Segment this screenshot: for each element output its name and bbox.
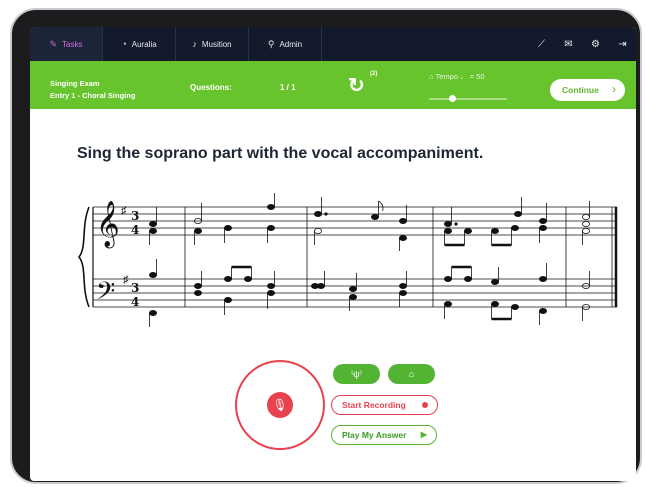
record-dot-icon: [422, 402, 428, 408]
retry-count: (2): [370, 71, 378, 77]
svg-text:𝄢: 𝄢: [96, 277, 115, 312]
exam-title: Singing Exam: [50, 79, 100, 88]
edit-icon: ✎: [49, 38, 58, 49]
exam-header-bar: Singing Exam Entry 1 - Choral Singing Qu…: [30, 61, 636, 109]
tempo-slider-handle[interactable]: [448, 95, 456, 102]
music-score: 𝄞 𝄢 ♯ ♯ 3 4 3 4: [77, 193, 618, 327]
play-icon: ▶: [420, 430, 427, 439]
retry-icon[interactable]: ↻: [348, 73, 365, 98]
microphone-icon[interactable]: 🎙: [267, 392, 293, 418]
logout-icon[interactable]: ⇥: [609, 39, 636, 50]
continue-label: Continue: [562, 85, 599, 95]
svg-text:3: 3: [131, 209, 139, 223]
svg-text:3: 3: [131, 281, 139, 295]
metronome-icon: ⌂: [429, 72, 434, 81]
metronome-button[interactable]: ⌂: [388, 364, 435, 384]
svg-text:4: 4: [131, 223, 139, 237]
questions-value: 1 / 1: [280, 83, 296, 92]
svg-text:4: 4: [131, 295, 139, 309]
tablet-frame: ✎ Tasks ◔ Auralia ♪ Musition ⚲ Admin ⟋ ✉…: [10, 8, 642, 484]
instruction-text: Sing the soprano part with the vocal acc…: [77, 145, 484, 162]
play-answer-button[interactable]: Play My Answer ▶: [331, 425, 437, 445]
tempo-slider-track[interactable]: [429, 98, 507, 100]
tab-label: Tasks: [62, 39, 83, 49]
tempo-label: Tempo: [435, 72, 458, 81]
auralia-icon: ◔: [121, 39, 127, 49]
nav-right-icons: ⟋ ✉ ⚙ ⇥: [528, 27, 636, 61]
start-recording-label: Start Recording: [342, 400, 406, 410]
note-icon: ♩: [460, 72, 468, 81]
tab-admin[interactable]: ⚲ Admin: [249, 27, 322, 61]
svg-text:♯: ♯: [123, 274, 129, 286]
top-nav: ✎ Tasks ◔ Auralia ♪ Musition ⚲ Admin ⟋ ✉…: [30, 27, 636, 61]
metronome-icon: ⌂: [408, 369, 415, 379]
chart-icon[interactable]: ⟋: [528, 39, 555, 50]
app-screen: ✎ Tasks ◔ Auralia ♪ Musition ⚲ Admin ⟋ ✉…: [30, 27, 636, 481]
continue-button[interactable]: Continue ›: [550, 79, 625, 101]
exam-info: Singing Exam Entry 1 - Choral Singing: [50, 78, 135, 102]
tab-label: Musition: [201, 39, 232, 49]
tempo-display: ⌂ Tempo ♩ = 50: [429, 72, 485, 81]
tuning-fork-icon: ⁽ψ⁾: [351, 368, 362, 379]
record-ring[interactable]: 🎙: [235, 360, 325, 450]
tab-musition[interactable]: ♪ Musition: [176, 27, 249, 61]
tempo-value: = 50: [469, 72, 485, 81]
tuning-fork-button[interactable]: ⁽ψ⁾: [333, 364, 380, 384]
tab-tasks[interactable]: ✎ Tasks: [30, 27, 103, 61]
exam-subtitle: Entry 1 - Choral Singing: [50, 91, 136, 100]
mail-icon[interactable]: ✉: [555, 39, 582, 50]
gear-icon[interactable]: ⚙: [582, 39, 609, 50]
play-answer-label: Play My Answer: [342, 430, 407, 440]
start-recording-button[interactable]: Start Recording: [331, 395, 438, 415]
questions-label: Questions:: [190, 83, 232, 92]
tab-label: Auralia: [131, 39, 157, 49]
musition-icon: ♪: [192, 39, 197, 49]
svg-text:♯: ♯: [121, 205, 127, 217]
svg-text:𝄞: 𝄞: [96, 201, 120, 249]
chevron-right-icon: ›: [612, 82, 616, 96]
tab-label: Admin: [279, 39, 303, 49]
tab-auralia[interactable]: ◔ Auralia: [103, 27, 176, 61]
admin-icon: ⚲: [267, 38, 275, 49]
